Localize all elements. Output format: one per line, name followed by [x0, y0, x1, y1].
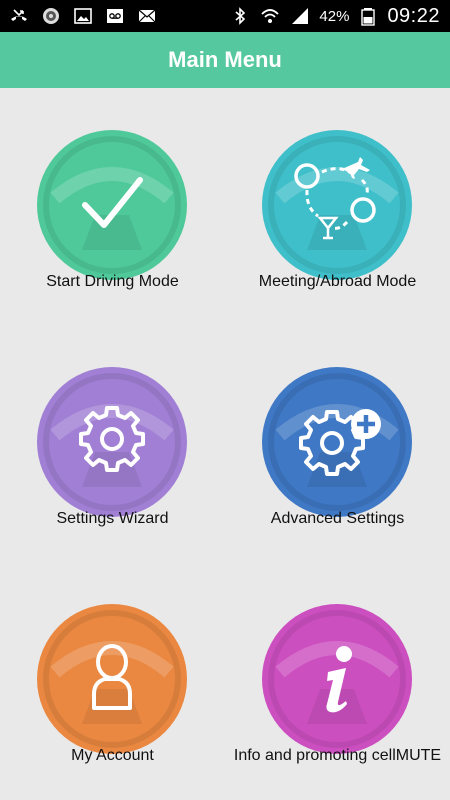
steering-wheel-badge: [37, 367, 187, 517]
steering-wheel-badge: [262, 604, 412, 754]
menu-item-label: Info and promoting cellMUTE: [233, 747, 442, 764]
my-account-button[interactable]: My Account: [0, 562, 225, 799]
steering-wheel-badge: [37, 604, 187, 754]
wifi-icon: [259, 5, 281, 27]
voicemail-icon: [104, 5, 126, 27]
checkmark-icon: [37, 130, 187, 280]
settings-wizard-button[interactable]: Settings Wizard: [0, 325, 225, 562]
start-driving-mode-button[interactable]: Start Driving Mode: [0, 88, 225, 325]
user-icon: [37, 604, 187, 754]
email-icon: [136, 5, 158, 27]
gear-icon: [37, 367, 187, 517]
app-icon: [40, 5, 62, 27]
gallery-icon: [72, 5, 94, 27]
battery-icon: [357, 5, 379, 27]
steering-wheel-badge: [262, 130, 412, 280]
menu-item-label: Advanced Settings: [270, 510, 405, 527]
signal-icon: [289, 5, 311, 27]
advanced-settings-button[interactable]: Advanced Settings: [225, 325, 450, 562]
steering-wheel-badge: [262, 367, 412, 517]
status-bar: 42% 09:22: [0, 0, 450, 32]
menu-item-label: Meeting/Abroad Mode: [258, 273, 417, 290]
travel-icon: [262, 130, 412, 280]
battery-percent: 42%: [319, 7, 350, 25]
info-promoting-button[interactable]: Info and promoting cellMUTE: [225, 562, 450, 799]
status-notifications: [8, 0, 158, 32]
clock: 09:22: [387, 4, 440, 27]
bluetooth-icon: [229, 5, 251, 27]
missed-call-icon: [8, 5, 30, 27]
gear-plus-icon: [262, 367, 412, 517]
app-header: Main Menu: [0, 32, 450, 88]
meeting-abroad-mode-button[interactable]: Meeting/Abroad Mode: [225, 88, 450, 325]
menu-item-label: Start Driving Mode: [46, 273, 179, 290]
menu-item-label: Settings Wizard: [56, 510, 169, 527]
info-icon: [262, 604, 412, 754]
steering-wheel-badge: [37, 130, 187, 280]
menu-grid: Start Driving Mode Meeting/Abroad Mode S…: [0, 88, 450, 800]
status-system: 42% 09:22: [229, 0, 440, 32]
menu-item-label: My Account: [71, 747, 154, 764]
page-title: Main Menu: [168, 47, 282, 72]
